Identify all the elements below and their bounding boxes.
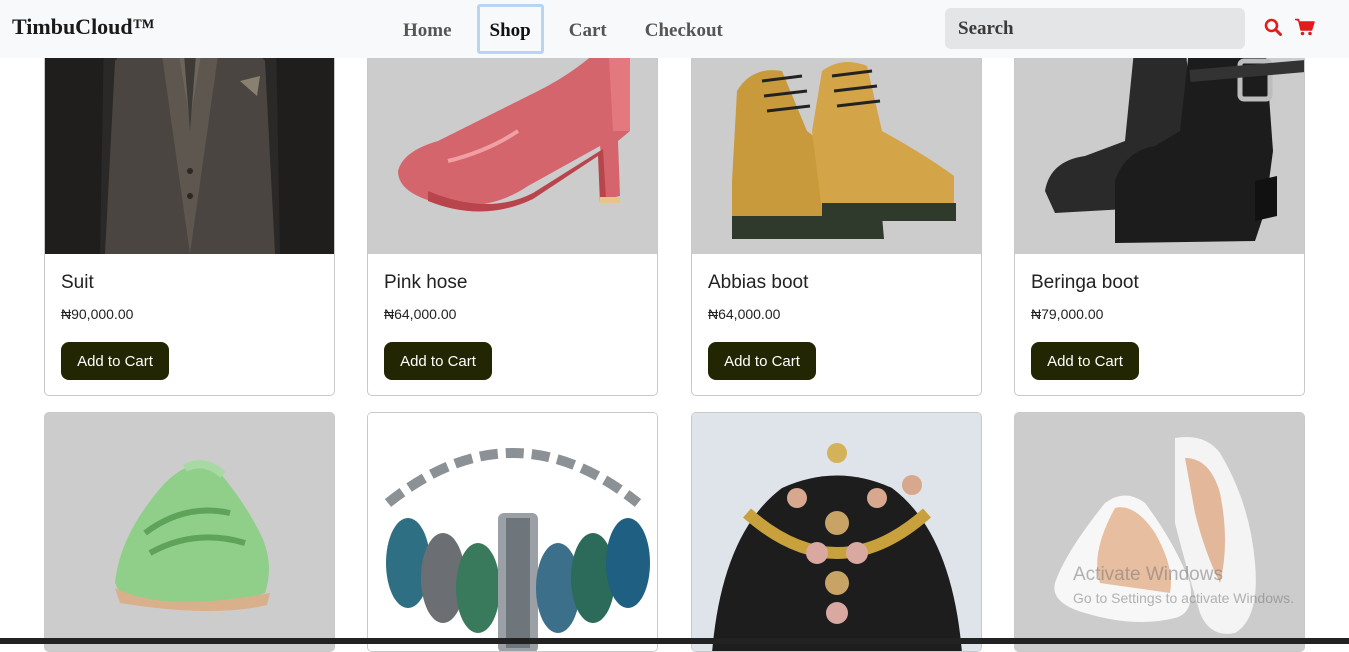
nav-link-cart[interactable]: Cart — [556, 4, 620, 54]
taskbar-edge — [0, 638, 1349, 644]
product-image-chain-bracelet — [368, 413, 657, 651]
cart-icon[interactable] — [1295, 18, 1315, 38]
add-to-cart-button[interactable]: Add to Cart — [708, 342, 816, 380]
card-body: Abbias boot ₦64,000.00 Add to Cart — [692, 254, 981, 395]
activate-windows-subtitle: Go to Settings to activate Windows. — [1073, 590, 1294, 606]
card-body: Suit ₦90,000.00 Add to Cart — [45, 254, 334, 395]
product-price: ₦64,000.00 — [708, 306, 781, 322]
navbar: TimbuCloud™ Home Shop Cart Checkout — [0, 0, 1349, 58]
card-body: Beringa boot ₦79,000.00 Add to Cart — [1015, 254, 1304, 395]
product-title: Abbias boot — [708, 272, 809, 293]
card-body: Pink hose ₦64,000.00 Add to Cart — [368, 254, 657, 395]
product-card — [44, 412, 335, 652]
add-to-cart-button[interactable]: Add to Cart — [1031, 342, 1139, 380]
product-image-white-flat — [1015, 413, 1304, 651]
brand-logo[interactable]: TimbuCloud™ — [12, 14, 155, 40]
nav-link-home[interactable]: Home — [390, 4, 465, 54]
product-card — [367, 412, 658, 652]
product-title: Suit — [61, 272, 94, 293]
add-to-cart-button[interactable]: Add to Cart — [61, 342, 169, 380]
product-card: Beringa boot ₦79,000.00 Add to Cart — [1014, 0, 1305, 396]
nav-link-checkout[interactable]: Checkout — [632, 4, 736, 54]
nav-menu: Home Shop Cart Checkout — [390, 4, 748, 54]
product-title: Beringa boot — [1031, 272, 1139, 293]
product-price: ₦79,000.00 — [1031, 306, 1104, 322]
search-icon[interactable] — [1264, 18, 1284, 38]
search-input[interactable] — [945, 8, 1245, 49]
nav-link-shop[interactable]: Shop — [476, 4, 544, 54]
add-to-cart-button[interactable]: Add to Cart — [384, 342, 492, 380]
activate-windows-title: Activate Windows — [1073, 564, 1223, 585]
product-card: Suit ₦90,000.00 Add to Cart — [44, 0, 335, 396]
product-card: Pink hose ₦64,000.00 Add to Cart — [367, 0, 658, 396]
product-card — [691, 412, 982, 652]
product-price: ₦90,000.00 — [61, 306, 134, 322]
product-card — [1014, 412, 1305, 652]
product-price: ₦64,000.00 — [384, 306, 457, 322]
product-image-green-sneaker — [45, 413, 334, 651]
product-card: Abbias boot ₦64,000.00 Add to Cart — [691, 0, 982, 396]
product-image-jewelry-set — [692, 413, 981, 651]
product-title: Pink hose — [384, 272, 468, 293]
